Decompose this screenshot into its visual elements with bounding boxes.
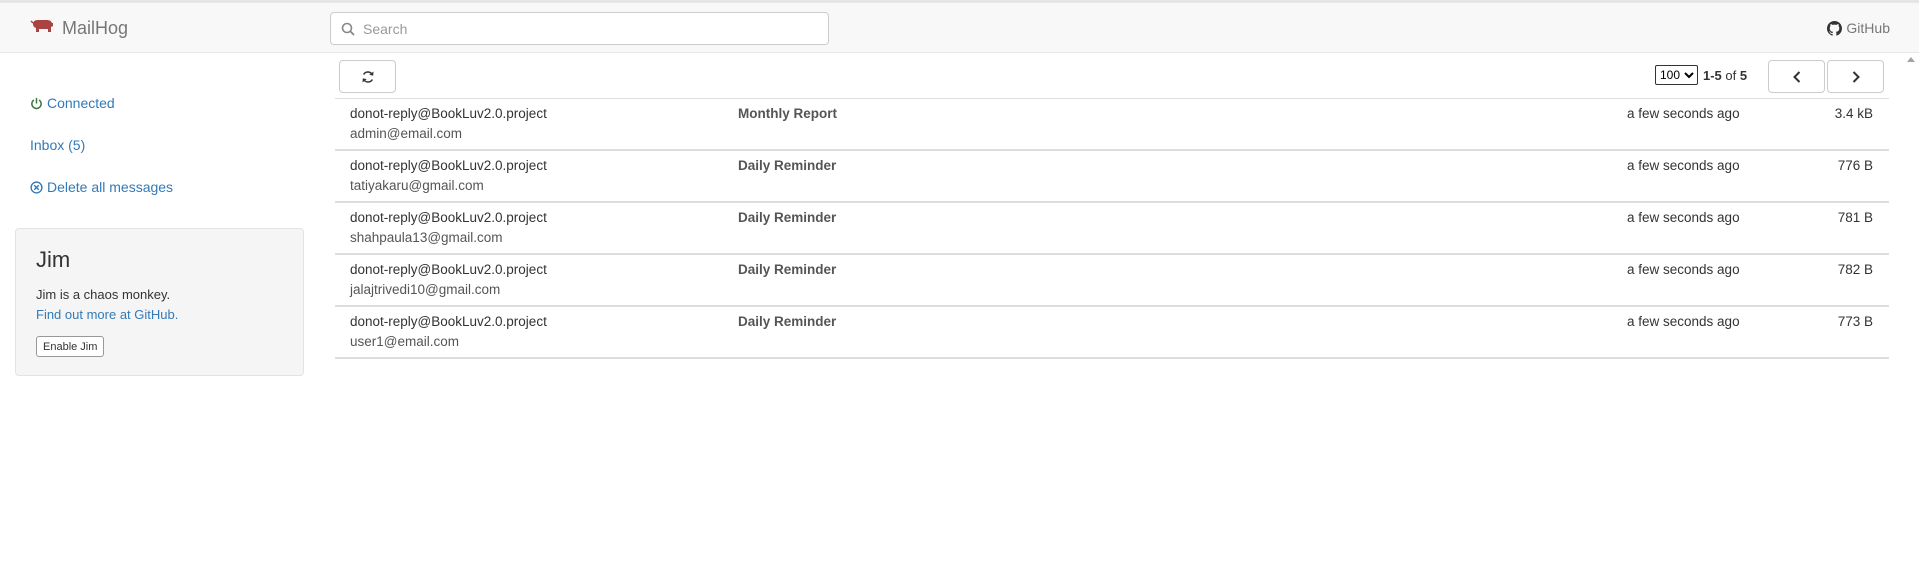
refresh-button[interactable]: [339, 60, 396, 93]
total-count: 5: [1739, 67, 1748, 83]
inbox-link[interactable]: Inbox (5): [30, 137, 85, 153]
of-label: of: [1725, 67, 1737, 83]
previous-page-button[interactable]: [1768, 60, 1825, 93]
inbox-label: Inbox (5): [30, 137, 86, 153]
scroll-up-arrow-icon[interactable]: [1907, 57, 1915, 62]
message-subject: Monthly Report: [738, 106, 837, 121]
message-from: donot-reply@BookLuv2.0.project: [350, 106, 547, 121]
search-box[interactable]: [330, 12, 829, 45]
refresh-icon: [362, 70, 373, 83]
page-range: 1-5: [1703, 67, 1722, 83]
jim-description: Jim is a chaos monkey.: [36, 287, 171, 302]
brand-link[interactable]: MailHog: [30, 3, 128, 53]
chevron-left-icon: [1792, 70, 1800, 83]
message-size: 773 B: [1837, 314, 1873, 329]
message-to: admin@email.com: [350, 126, 462, 141]
message-from: donot-reply@BookLuv2.0.project: [350, 314, 547, 329]
message-time: a few seconds ago: [1627, 314, 1740, 329]
message-row[interactable]: donot-reply@BookLuv2.0.project tatiyakar…: [335, 151, 1889, 203]
message-list: donot-reply@BookLuv2.0.project admin@ema…: [335, 98, 1889, 359]
message-row[interactable]: donot-reply@BookLuv2.0.project shahpaula…: [335, 203, 1889, 255]
pagination-info: 100 1-5 of 5: [1655, 65, 1747, 85]
pig-icon: [30, 18, 54, 39]
message-from: donot-reply@BookLuv2.0.project: [350, 210, 547, 225]
message-size: 782 B: [1837, 262, 1873, 277]
scrollbar[interactable]: [1904, 54, 1919, 567]
message-from: donot-reply@BookLuv2.0.project: [350, 262, 547, 277]
message-from: donot-reply@BookLuv2.0.project: [350, 158, 547, 173]
message-size: 776 B: [1837, 158, 1873, 173]
message-time: a few seconds ago: [1627, 106, 1740, 121]
remove-circle-icon: [30, 180, 43, 194]
search-icon: [341, 22, 355, 36]
message-time: a few seconds ago: [1627, 210, 1740, 225]
search-input[interactable]: [361, 19, 805, 38]
delete-all-label: Delete all messages: [47, 179, 174, 195]
chevron-right-icon: [1852, 70, 1860, 83]
message-time: a few seconds ago: [1627, 262, 1740, 277]
message-to: jalajtrivedi10@gmail.com: [350, 282, 501, 297]
connected-label: Connected: [47, 95, 115, 111]
delete-all-link[interactable]: Delete all messages: [30, 179, 173, 195]
navbar: MailHog GitHub: [0, 3, 1919, 53]
message-to: user1@email.com: [350, 334, 459, 349]
message-subject: Daily Reminder: [738, 158, 837, 173]
message-subject: Daily Reminder: [738, 210, 837, 225]
message-to: tatiyakaru@gmail.com: [350, 178, 484, 193]
message-size: 781 B: [1837, 210, 1873, 225]
message-row[interactable]: donot-reply@BookLuv2.0.project user1@ema…: [335, 307, 1889, 359]
enable-jim-button[interactable]: Enable Jim: [36, 336, 105, 357]
message-row[interactable]: donot-reply@BookLuv2.0.project admin@ema…: [335, 99, 1889, 151]
brand-name: MailHog: [62, 17, 129, 38]
jim-github-link[interactable]: Find out more at GitHub.: [36, 307, 178, 322]
connection-status[interactable]: Connected: [30, 95, 115, 111]
github-link[interactable]: GitHub: [1827, 3, 1890, 53]
message-subject: Daily Reminder: [738, 314, 837, 329]
page-size-select[interactable]: 100: [1655, 65, 1698, 85]
next-page-button[interactable]: [1827, 60, 1884, 93]
power-icon: [31, 97, 42, 109]
message-subject: Daily Reminder: [738, 262, 837, 277]
jim-title: Jim: [36, 247, 71, 272]
message-to: shahpaula13@gmail.com: [350, 230, 503, 245]
message-time: a few seconds ago: [1627, 158, 1740, 173]
github-icon: [1827, 20, 1843, 36]
github-label: GitHub: [1846, 20, 1890, 36]
jim-panel: Jim Jim is a chaos monkey. Find out more…: [15, 228, 304, 376]
message-row[interactable]: donot-reply@BookLuv2.0.project jalajtriv…: [335, 255, 1889, 307]
message-size: 3.4 kB: [1834, 106, 1873, 121]
